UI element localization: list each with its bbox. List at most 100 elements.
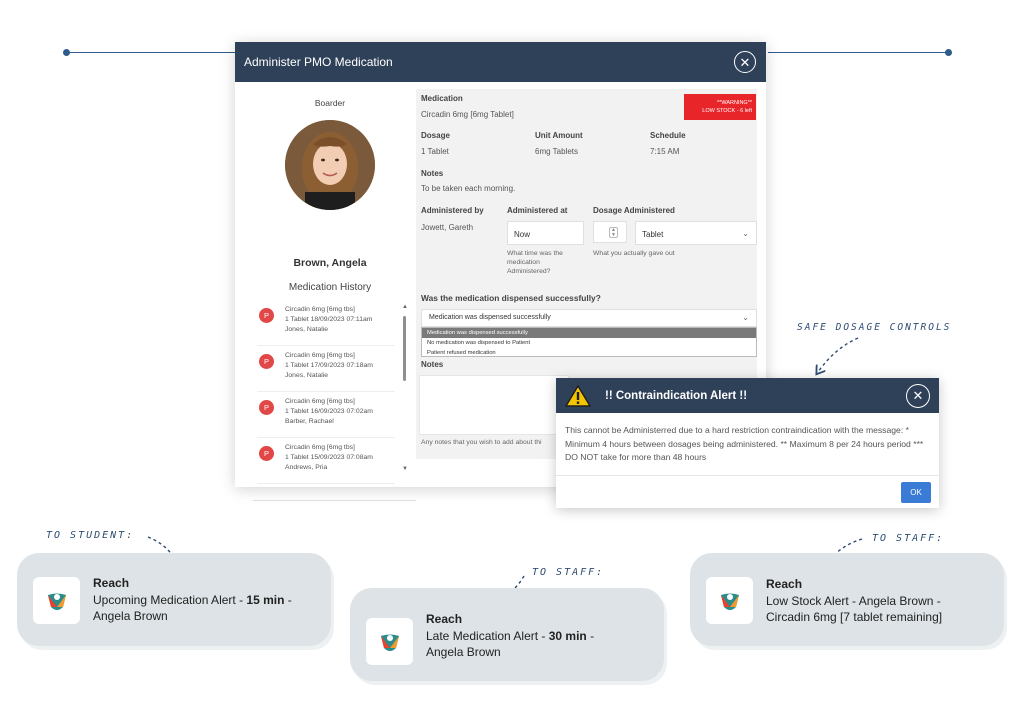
history-staff: Barber, Rachael: [285, 418, 334, 425]
notes2-label: Notes: [421, 360, 444, 369]
history-med: Circadin 6mg [6mg tbs]: [285, 306, 355, 313]
scroll-down-icon[interactable]: ▼: [402, 466, 408, 472]
notification-message: Low Stock Alert - Angela Brown - Circadi…: [766, 594, 943, 624]
unit-label: Unit Amount: [535, 131, 583, 140]
status-badge: P: [259, 308, 274, 323]
notification-staff-stock[interactable]: Reach Low Stock Alert - Angela Brown - C…: [690, 553, 1004, 646]
divider: [556, 475, 939, 476]
chevron-down-icon: ⌄: [742, 229, 749, 238]
reach-app-icon: [366, 618, 413, 665]
connector-line-left: [66, 52, 238, 53]
history-med: Circadin 6mg [6mg tbs]: [285, 398, 355, 405]
dispensed-option[interactable]: Medication was dispensed successfully: [422, 328, 756, 338]
notes2-hint: Any notes that you wish to add about thi: [421, 439, 542, 446]
status-badge: P: [259, 400, 274, 415]
annotation-to-student: TO STUDENT:: [46, 530, 135, 541]
arrow-safe-dosage: [818, 337, 859, 372]
notification-message: Late Medication Alert - 30 min - Angela …: [426, 629, 595, 659]
annotation-to-staff: TO STAFF:: [532, 567, 605, 578]
avatar: [285, 120, 375, 210]
notification-app-name: Reach: [426, 612, 463, 626]
dosage-administered-label: Dosage Administered: [593, 206, 675, 215]
medication-value: Circadin 6mg [6mg Tablet]: [421, 110, 514, 119]
list-item[interactable]: P Circadin 6mg [6mg tbs] 1 Tablet 15/09/…: [257, 438, 395, 484]
medication-label: Medication: [421, 94, 463, 103]
divider: [253, 500, 416, 501]
administered-at-input[interactable]: Now: [507, 221, 584, 245]
notification-staff-late[interactable]: Reach Late Medication Alert - 30 min - A…: [350, 588, 664, 681]
unit-value: 6mg Tablets: [535, 147, 578, 156]
list-item[interactable]: P Circadin 6mg [6mg tbs] 1 Tablet 17/09/…: [257, 346, 395, 392]
stepper-arrows-icon[interactable]: ▲ ▼: [609, 227, 618, 238]
alert-title: !! Contraindication Alert !!: [605, 389, 748, 402]
dispensed-selected-value: Medication was dispensed successfully: [429, 314, 551, 321]
dispensed-question: Was the medication dispensed successfull…: [421, 293, 601, 303]
history-staff: Andrews, Pria: [285, 464, 328, 471]
administered-by-value: Jowett, Gareth: [421, 223, 474, 232]
history-med: Circadin 6mg [6mg tbs]: [285, 444, 355, 451]
schedule-label: Schedule: [650, 131, 686, 140]
alert-header: !! Contraindication Alert !! ✕: [556, 378, 939, 413]
dosage-unit-select[interactable]: Tablet ⌄: [635, 221, 757, 245]
schedule-value: 7:15 AM: [650, 147, 680, 156]
boarder-label: Boarder: [314, 98, 346, 108]
warning-text: LOW STOCK - 6 left: [702, 108, 752, 114]
administered-by-label: Administered by: [421, 206, 484, 215]
history-dose: 1 Tablet 18/09/2023 07:11am: [285, 316, 373, 323]
notes-textarea[interactable]: [419, 375, 569, 435]
modal-title: Administer PMO Medication: [244, 55, 393, 69]
history-staff: Jones, Natalie: [285, 326, 329, 333]
list-item[interactable]: P Circadin 6mg [6mg tbs] 1 Tablet 18/09/…: [257, 300, 395, 346]
dispensed-options: Medication was dispensed successfully No…: [421, 327, 757, 357]
close-icon[interactable]: ✕: [734, 51, 756, 73]
status-badge: P: [259, 446, 274, 461]
connector-dot-left: [63, 49, 70, 56]
low-stock-warning: **WARNING** LOW STOCK - 6 left: [684, 94, 756, 120]
list-item[interactable]: P Circadin 6mg [6mg tbs] 1 Tablet 16/09/…: [257, 392, 395, 438]
dispensed-option[interactable]: No medication was dispensed to Patient: [422, 338, 756, 348]
student-photo: [285, 120, 375, 210]
boarder-panel: Boarder Brown, Angela Medication History…: [245, 82, 416, 501]
annotation-to-staff: TO STAFF:: [872, 533, 945, 544]
annotation-safe-dosage: SAFE DOSAGE CONTROLS: [797, 322, 952, 333]
notes-value: To be taken each morning.: [421, 184, 516, 193]
dosage-administered-hint: What you actually gave out: [593, 250, 675, 257]
notification-app-name: Reach: [766, 577, 803, 591]
history-title: Medication History: [288, 282, 372, 293]
history-dose: 1 Tablet 16/09/2023 07:02am: [285, 408, 373, 415]
administered-at-hint: What time was the medication Administere…: [507, 250, 563, 275]
reach-app-icon: [706, 577, 753, 624]
chevron-down-icon: ⌄: [742, 313, 749, 322]
quantity-stepper[interactable]: ▲ ▼: [593, 221, 627, 243]
student-name: Brown, Angela: [293, 257, 367, 269]
history-staff: Jones, Natalie: [285, 372, 329, 379]
contraindication-alert: !! Contraindication Alert !! ✕ This cann…: [556, 378, 939, 508]
history-scrollbar[interactable]: ▲ ▼: [402, 304, 408, 476]
modal-header: Administer PMO Medication ✕: [235, 42, 766, 82]
connector-line-right: [768, 52, 948, 53]
dispensed-select[interactable]: Medication was dispensed successfully ⌄: [421, 309, 757, 327]
notes-label: Notes: [421, 169, 444, 178]
ok-button[interactable]: OK: [901, 482, 931, 503]
warning-icon: [565, 384, 591, 407]
reach-app-icon: [33, 577, 80, 624]
scroll-up-icon[interactable]: ▲: [402, 304, 408, 310]
notification-student[interactable]: Reach Upcoming Medication Alert - 15 min…: [17, 553, 331, 646]
history-dose: 1 Tablet 15/09/2023 07:08am: [285, 454, 373, 461]
dosage-value: 1 Tablet: [421, 147, 449, 156]
dosage-label: Dosage: [421, 131, 450, 140]
scroll-thumb[interactable]: [403, 316, 406, 381]
dispensed-option[interactable]: Patient refused medication: [422, 348, 756, 358]
notification-app-name: Reach: [93, 576, 130, 590]
connector-dot-right: [945, 49, 952, 56]
history-dose: 1 Tablet 17/09/2023 07:18am: [285, 362, 373, 369]
administered-at-label: Administered at: [507, 206, 568, 215]
history-med: Circadin 6mg [6mg tbs]: [285, 352, 355, 359]
status-badge: P: [259, 354, 274, 369]
notification-message: Upcoming Medication Alert - 15 min - Ang…: [93, 593, 292, 623]
alert-message: This cannot be Administerred due to a ha…: [565, 425, 924, 462]
history-list: P Circadin 6mg [6mg tbs] 1 Tablet 18/09/…: [257, 300, 395, 485]
close-icon[interactable]: ✕: [906, 383, 930, 408]
dosage-unit-value: Tablet: [642, 230, 664, 239]
warning-title: **WARNING**: [717, 100, 752, 106]
